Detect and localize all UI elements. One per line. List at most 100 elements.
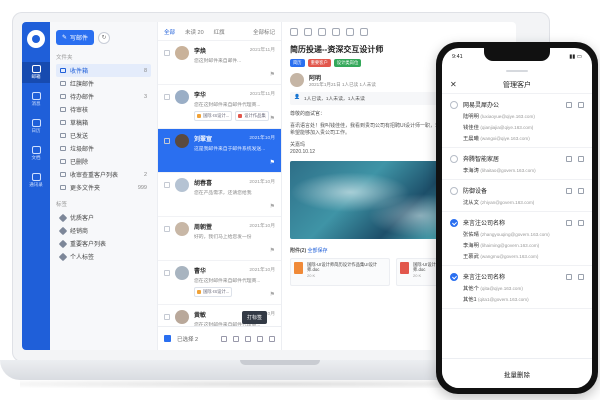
- rail-item-mail[interactable]: 邮箱: [22, 62, 50, 83]
- flag-icon[interactable]: ⚑: [270, 71, 275, 78]
- select-all-checkbox[interactable]: [164, 335, 171, 342]
- reply-icon[interactable]: [290, 28, 298, 36]
- edit-icon[interactable]: [566, 101, 572, 108]
- folder-item[interactable]: 已删除: [56, 155, 151, 168]
- mail-tag[interactable]: 设计类岗位: [333, 59, 362, 67]
- mail-checkbox[interactable]: [164, 94, 170, 100]
- customer-group: 来言注公司名称 张佑晴 (zhangyouqing@govern.163.com)…: [442, 212, 592, 266]
- folder-label: 草稿箱: [70, 121, 89, 127]
- folder-item[interactable]: 更多文件夹 999: [56, 181, 151, 194]
- flag-icon[interactable]: ⚑: [270, 203, 275, 210]
- edit-icon[interactable]: [566, 273, 572, 280]
- contact-row[interactable]: 陆明明 (luxiaoyue@qiye.163.com): [450, 112, 584, 120]
- tag-item[interactable]: 经销商: [56, 224, 151, 237]
- contact-row[interactable]: 沈从文 (zhiyan@govern.163.com): [450, 198, 584, 206]
- contact-row[interactable]: 王晨曦 (wangxi@qiye.163.com): [450, 134, 584, 142]
- mail-filter-tab[interactable]: 未读 20: [185, 28, 204, 36]
- rail-item-calendar[interactable]: 日历: [22, 116, 50, 137]
- flag-icon[interactable]: ⚑: [270, 247, 275, 254]
- flag-icon[interactable]: ⚑: [270, 291, 275, 298]
- folder-item[interactable]: 待审核: [56, 103, 151, 116]
- mail-icon[interactable]: [221, 335, 227, 342]
- delete-icon[interactable]: [269, 335, 275, 342]
- delete-icon[interactable]: [578, 273, 584, 280]
- mail-checkbox[interactable]: [164, 226, 170, 232]
- mail-list-item[interactable]: 刘翠宣 2021年10月 这是我邮件来自于邮件系统发送... ⚑: [158, 129, 281, 173]
- mail-tag[interactable]: 简历: [290, 59, 305, 67]
- delete-icon[interactable]: [578, 187, 584, 194]
- mail-preview: 好的，我们马上给您发一份: [194, 235, 252, 240]
- mail-checkbox[interactable]: [164, 50, 170, 56]
- mail-checkbox[interactable]: [164, 314, 170, 320]
- sender-name[interactable]: 阿明: [309, 73, 376, 82]
- folder-move-icon[interactable]: [257, 335, 263, 342]
- flag-icon[interactable]: [233, 335, 239, 342]
- delete-icon[interactable]: [332, 28, 340, 36]
- folder-item[interactable]: 垃圾邮件: [56, 142, 151, 155]
- archive-icon[interactable]: [346, 28, 354, 36]
- mail-list-item[interactable]: 曹华 2021年10月 您在这封邮件来自邮件代理商... 国际·IS设计... ⚑: [158, 261, 281, 305]
- contact-row[interactable]: 钱佳佳 (qianjiajia@qiye.163.com): [450, 123, 584, 131]
- edit-icon[interactable]: [566, 187, 572, 194]
- folder-item[interactable]: 草稿箱: [56, 116, 151, 129]
- group-select-radio[interactable]: [450, 218, 458, 227]
- group-select-radio[interactable]: [450, 154, 458, 163]
- mail-checkbox[interactable]: [164, 182, 170, 188]
- calendar-icon: [31, 119, 41, 127]
- rail-item-contacts[interactable]: 通讯录: [22, 170, 50, 191]
- mail-list-item[interactable]: 李焕 2021年11月 您这封邮件来自邮件... ⚑: [158, 41, 281, 85]
- contact-row[interactable]: 李海明 (lihaiming@govern.163.com): [450, 241, 584, 249]
- group-select-radio[interactable]: [450, 186, 458, 195]
- tag-item[interactable]: 重要客户列表: [56, 237, 151, 250]
- tag-item[interactable]: 优质客户: [56, 211, 151, 224]
- tag-icon[interactable]: [245, 335, 251, 342]
- contact-row[interactable]: 王慕武 (wangmu@govern.163.com): [450, 252, 584, 260]
- attachment-chip[interactable]: 国际·IS设计...: [194, 111, 233, 121]
- compose-button[interactable]: ✎ 写邮件: [56, 30, 95, 45]
- forward-icon[interactable]: [318, 28, 326, 36]
- contact-row[interactable]: 李海涛 (lihaitao@govern.163.com): [450, 166, 584, 174]
- attachment-chip[interactable]: 设计作品集: [235, 111, 269, 121]
- contact-row[interactable]: 其他1 (qita1@govern.163.com): [450, 295, 584, 303]
- attachment-chip[interactable]: 国际·IS设计...: [194, 287, 233, 297]
- mail-filter-tab[interactable]: 全部: [164, 28, 175, 36]
- reply-all-icon[interactable]: [304, 28, 312, 36]
- mail-checkbox[interactable]: [164, 270, 170, 276]
- more-icon[interactable]: [360, 28, 368, 36]
- delete-icon[interactable]: [578, 155, 584, 162]
- mail-list-item[interactable]: 李华 2021年11月 您在这封邮件来自邮件代理商... 国际·IS设计... 设计作品…: [158, 85, 281, 129]
- edit-icon[interactable]: [566, 155, 572, 162]
- mail-filter-tab[interactable]: 红旗: [214, 28, 225, 36]
- folder-item[interactable]: 红旗邮件: [56, 77, 151, 90]
- folder-label: 待办邮件: [70, 95, 95, 101]
- save-all-link[interactable]: 全部保存: [308, 248, 328, 254]
- batch-delete-button[interactable]: 批量删除: [442, 358, 592, 388]
- rail-item-docs[interactable]: 文档: [22, 143, 50, 164]
- delete-icon[interactable]: [578, 101, 584, 108]
- rail-item-messages[interactable]: 消息: [22, 89, 50, 110]
- close-icon[interactable]: ✕: [450, 80, 457, 89]
- tag-item[interactable]: 个人标签: [56, 250, 151, 263]
- edit-icon[interactable]: [566, 219, 572, 226]
- flag-icon[interactable]: ⚑: [270, 115, 275, 122]
- group-select-radio[interactable]: [450, 100, 458, 109]
- folder-item[interactable]: 收审查重客户列表 2: [56, 168, 151, 181]
- mail-checkbox[interactable]: [164, 138, 170, 144]
- mail-list-item[interactable]: 胡春喜 2021年10月 您在产品需求，还请您给我 ⚑: [158, 173, 281, 217]
- group-select-radio[interactable]: [450, 272, 458, 281]
- sheet-handle[interactable]: [506, 70, 528, 72]
- folder-item[interactable]: 已发送: [56, 129, 151, 142]
- refresh-button[interactable]: ↻: [98, 31, 111, 44]
- attachment-card[interactable]: 国际-UI设计师简历设计作品集UI设计师.doc20 K: [290, 257, 390, 286]
- folder-item[interactable]: 收件箱 8: [56, 64, 151, 77]
- folder-item[interactable]: 待办邮件 3: [56, 90, 151, 103]
- tag-item-main: 个人标签: [58, 252, 94, 261]
- flag-icon[interactable]: ⚑: [270, 159, 275, 166]
- mail-tag[interactable]: 重要客户: [307, 59, 331, 67]
- mail-list-item[interactable]: 周朝萱 2021年10月 好的，我们马上给您发一份 ⚑: [158, 217, 281, 261]
- mail-filter-tab[interactable]: 全部标记: [253, 28, 275, 36]
- delete-icon[interactable]: [578, 219, 584, 226]
- avatar[interactable]: [290, 73, 304, 87]
- contact-row[interactable]: 张佑晴 (zhangyouqing@govern.163.com): [450, 230, 584, 238]
- contact-row[interactable]: 其他个 (qita@qiye.163.com): [450, 284, 584, 292]
